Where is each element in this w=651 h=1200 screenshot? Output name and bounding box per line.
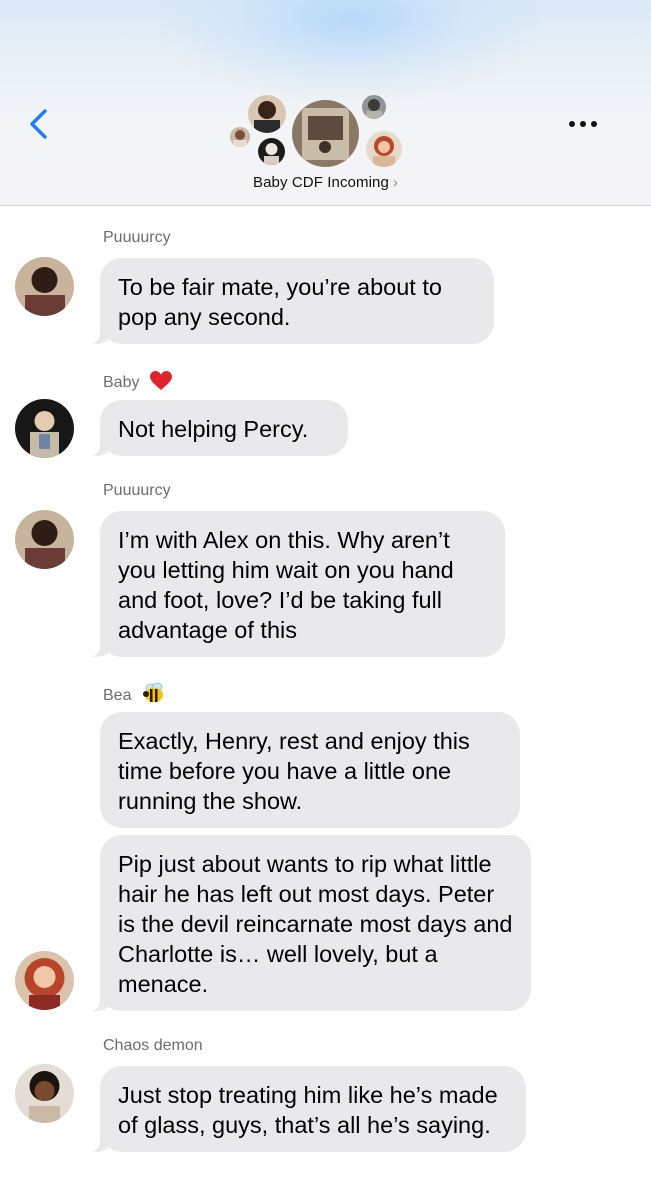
message-text: I’m with Alex on this. Why aren’t you le… [118,527,454,643]
member-avatar-top-left [248,95,286,133]
back-button[interactable] [24,104,56,144]
sender-name: Chaos demon [103,1037,203,1054]
ellipsis-dot [591,121,597,127]
message-text: To be fair mate, you’re about to pop any… [118,274,442,330]
message-bubble[interactable]: To be fair mate, you’re about to pop any… [90,258,494,344]
member-avatar-bottom-left [258,138,285,165]
avatar[interactable] [15,257,74,316]
group-avatar-cluster[interactable] [225,90,415,172]
message-bubble[interactable]: Exactly, Henry, rest and enjoy this time… [100,712,520,828]
avatar[interactable] [15,510,74,569]
sender-name: Puuuurcy [103,482,171,499]
chevron-right-icon: › [392,174,399,191]
sender-name-label: Baby [103,374,140,391]
group-photo-avatar [292,100,359,167]
bee-icon [142,682,166,709]
message-text: Not helping Percy. [118,416,309,442]
more-options-button[interactable] [562,110,604,138]
group-name-label: Baby CDF Incoming [252,174,389,191]
message-text: Pip just about wants to rip what little … [118,851,513,997]
avatar[interactable] [15,399,74,458]
sender-name: Baby [103,371,172,396]
ellipsis-dot [580,121,586,127]
sender-name-label: Bea [103,687,132,704]
avatar[interactable] [15,951,74,1010]
avatar[interactable] [15,1064,74,1123]
message-bubble[interactable]: Not helping Percy. [90,400,348,456]
chevron-left-icon [30,109,47,139]
message-bubble[interactable]: Just stop treating him like he’s made of… [90,1066,526,1152]
group-name[interactable]: Baby CDF Incoming › [0,174,651,191]
header-glow [160,0,540,100]
message-text: Exactly, Henry, rest and enjoy this time… [118,728,470,814]
message-text: Just stop treating him like he’s made of… [118,1082,498,1138]
message-bubble[interactable]: I’m with Alex on this. Why aren’t you le… [90,511,505,657]
sender-name: Bea [103,682,166,709]
ellipsis-dot [569,121,575,127]
heart-icon [149,371,172,396]
sender-name: Puuuurcy [103,229,171,246]
member-avatar-bottom-right [366,131,402,167]
member-avatar-small-left [230,127,250,147]
member-avatar-top-right [362,95,386,119]
conversation-header: Baby CDF Incoming › [0,0,651,206]
message-bubble[interactable]: Pip just about wants to rip what little … [90,835,531,1011]
